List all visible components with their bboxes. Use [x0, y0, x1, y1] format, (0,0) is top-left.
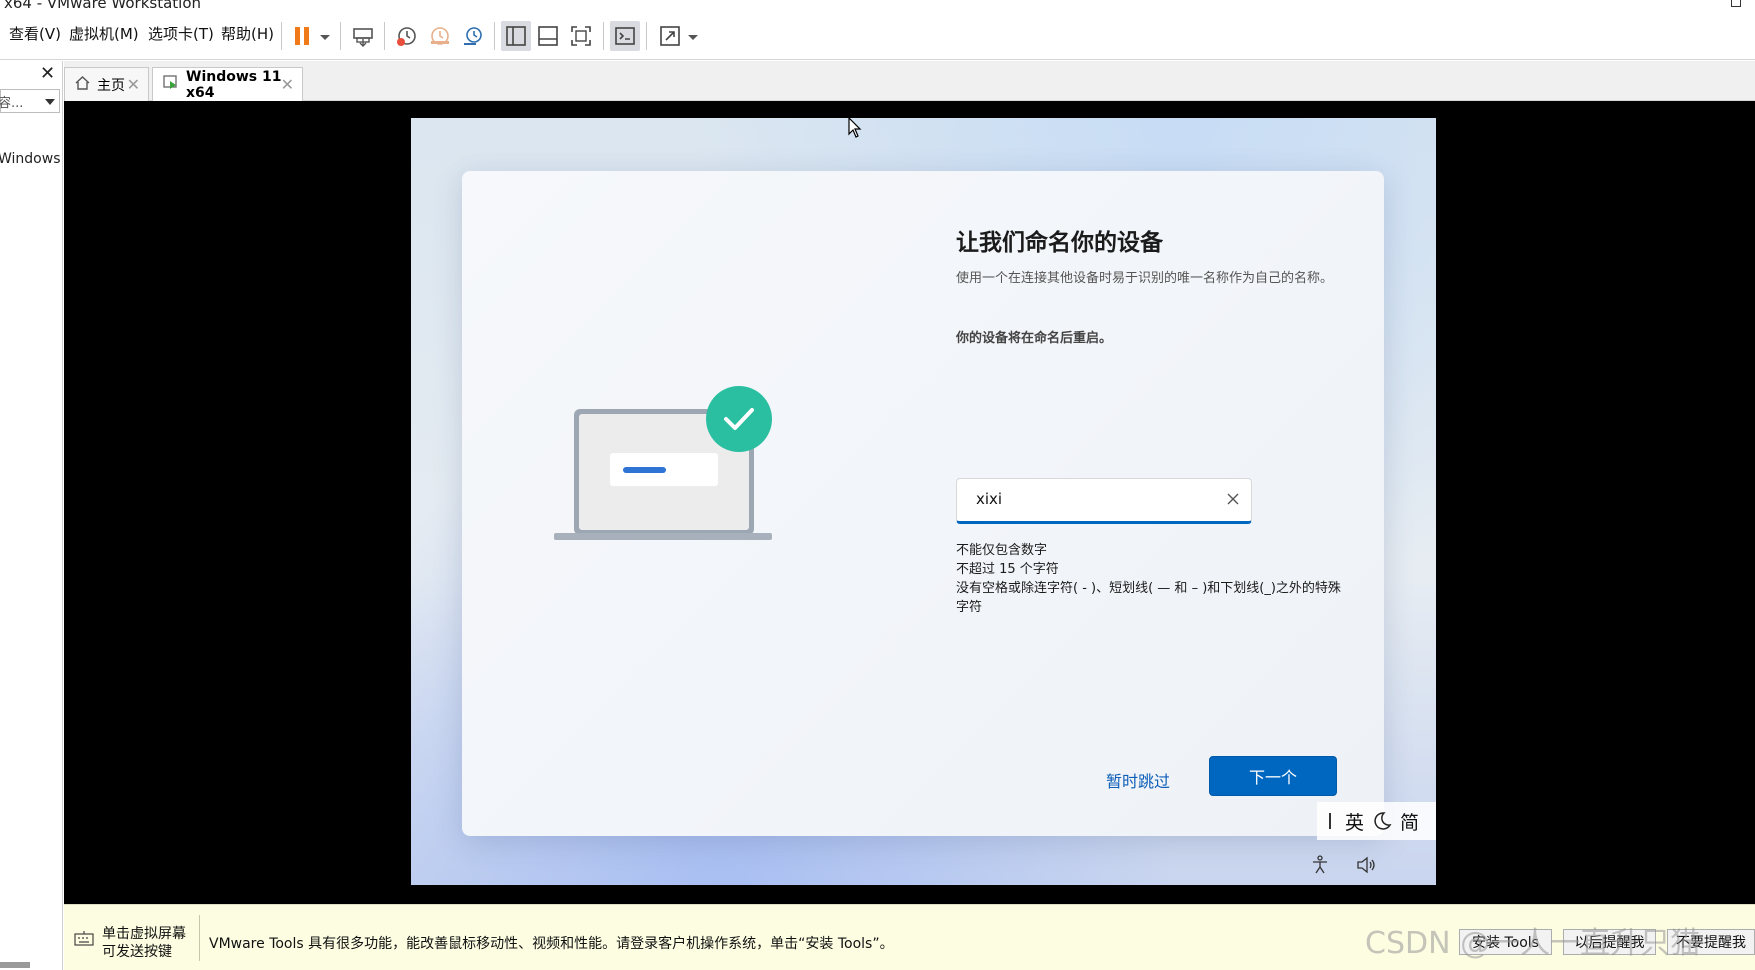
window-title: x64 - VMware Workstation [4, 0, 202, 12]
home-icon [75, 75, 90, 94]
install-tools-button[interactable]: 安装 Tools [1459, 929, 1552, 955]
toolbar-divider [494, 22, 495, 50]
close-tab-icon[interactable]: ✕ [127, 75, 140, 94]
rule-item: 不能仅包含数字 [956, 543, 1048, 558]
window-titlebar: x64 - VMware Workstation [0, 0, 1755, 12]
snapshot-take-icon[interactable] [392, 21, 422, 51]
library-search-input[interactable]: 容... [0, 89, 60, 113]
click-hint-line1: 单击虚拟屏幕 [102, 926, 186, 942]
send-ctrl-alt-del-icon[interactable] [348, 21, 378, 51]
oobe-card: 让我们命名你的设备 使用一个在连接其他设备时易于识别的唯一名称作为自己的名称。 … [462, 171, 1384, 836]
menu-help[interactable]: 帮助(H) [221, 23, 274, 44]
library-search-placeholder: 容... [0, 96, 24, 111]
pause-icon[interactable] [287, 21, 317, 51]
keyboard-icon [74, 931, 94, 946]
show-library-icon[interactable] [501, 21, 531, 51]
ime-simplified-toggle[interactable]: 简 [1400, 808, 1419, 835]
tipbar-divider [199, 915, 200, 961]
console-view-icon[interactable] [610, 21, 640, 51]
restart-note: 你的设备将在命名后重启。 [956, 331, 1113, 346]
vm-display[interactable]: 让我们命名你的设备 使用一个在连接其他设备时易于识别的唯一名称作为自己的名称。 … [64, 101, 1755, 904]
tab-home[interactable]: 主页 ✕ [64, 67, 149, 101]
ime-language-toggle[interactable]: 英 [1345, 808, 1364, 835]
menu-tabs[interactable]: 选项卡(T) [148, 23, 214, 44]
click-hint: 单击虚拟屏幕 可发送按键 [102, 925, 186, 961]
vmware-tools-tipbar: 单击虚拟屏幕 可发送按键 VMware Tools 具有很多功能，能改善鼠标移动… [64, 904, 1755, 970]
check-icon [706, 386, 772, 452]
page-title: 让我们命名你的设备 [956, 230, 1163, 256]
toolbar-divider [384, 22, 385, 50]
guest-screen[interactable]: 让我们命名你的设备 使用一个在连接其他设备时易于识别的唯一名称作为自己的名称。 … [411, 118, 1436, 885]
page-description: 使用一个在连接其他设备时易于识别的唯一名称作为自己的名称。 [956, 271, 1334, 286]
toolbar-divider [603, 22, 604, 50]
toolbar-divider [646, 22, 647, 50]
device-name-value: xixi [976, 490, 1003, 508]
ime-handle[interactable] [1329, 813, 1331, 829]
show-thumbnail-bar-icon[interactable] [533, 21, 563, 51]
restore-window-button[interactable] [1731, 0, 1741, 7]
stretch-dropdown-icon[interactable] [688, 35, 698, 40]
stretch-guest-icon[interactable] [655, 21, 685, 51]
mouse-cursor-icon [848, 117, 862, 138]
snapshot-revert-icon[interactable] [425, 21, 455, 51]
skip-button[interactable]: 暂时跳过 [1106, 768, 1170, 792]
never-remind-button[interactable]: 不要提醒我 [1667, 929, 1755, 955]
power-dropdown-icon[interactable] [320, 35, 330, 40]
check-circle [706, 386, 772, 452]
close-library-icon[interactable]: ✕ [40, 63, 55, 84]
tab-windows11[interactable]: Windows 11 x64 ✕ [152, 67, 303, 101]
menu-view[interactable]: 查看(V) [9, 23, 61, 44]
library-panel: ✕ 容... Windows 11 x64 [0, 61, 113, 970]
close-tab-icon[interactable]: ✕ [281, 75, 294, 94]
click-hint-line2: 可发送按键 [102, 944, 172, 960]
device-name-input[interactable]: xixi [956, 478, 1252, 524]
rule-item: 没有空格或除连字符( - )、短划线( — 和 – )和下划线(_)之外的特殊字… [956, 581, 1341, 615]
menu-vm[interactable]: 虚拟机(M) [69, 23, 139, 44]
menu-toolbar: 查看(V) 虚拟机(M) 选项卡(T) 帮助(H) [0, 12, 1755, 60]
library-scrollbar[interactable] [0, 962, 30, 968]
tools-message: VMware Tools 具有很多功能，能改善鼠标移动性、视频和性能。请登录客户… [209, 936, 894, 952]
tab-bar: 主页 ✕ Windows 11 x64 ✕ [64, 61, 1755, 101]
tab-home-label: 主页 [97, 77, 125, 94]
remind-later-button[interactable]: 以后提醒我 [1563, 929, 1656, 955]
chevron-down-icon[interactable] [45, 99, 55, 105]
toolbar-divider [281, 22, 282, 50]
clear-input-icon[interactable] [1225, 491, 1241, 507]
rule-item: 不超过 15 个字符 [956, 562, 1059, 577]
vm-running-icon [163, 75, 179, 94]
volume-icon[interactable] [1356, 855, 1378, 875]
toolbar-divider [340, 22, 341, 50]
accessibility-icon[interactable] [1310, 855, 1330, 875]
half-width-icon[interactable] [1372, 811, 1392, 831]
ime-toolbar: 英 简 [1317, 802, 1436, 840]
snapshot-manager-icon[interactable] [458, 21, 488, 51]
next-button[interactable]: 下一个 [1209, 756, 1337, 796]
name-rules: 不能仅包含数字 不超过 15 个字符 没有空格或除连字符( - )、短划线( —… [956, 541, 1346, 617]
full-screen-icon[interactable] [566, 21, 596, 51]
